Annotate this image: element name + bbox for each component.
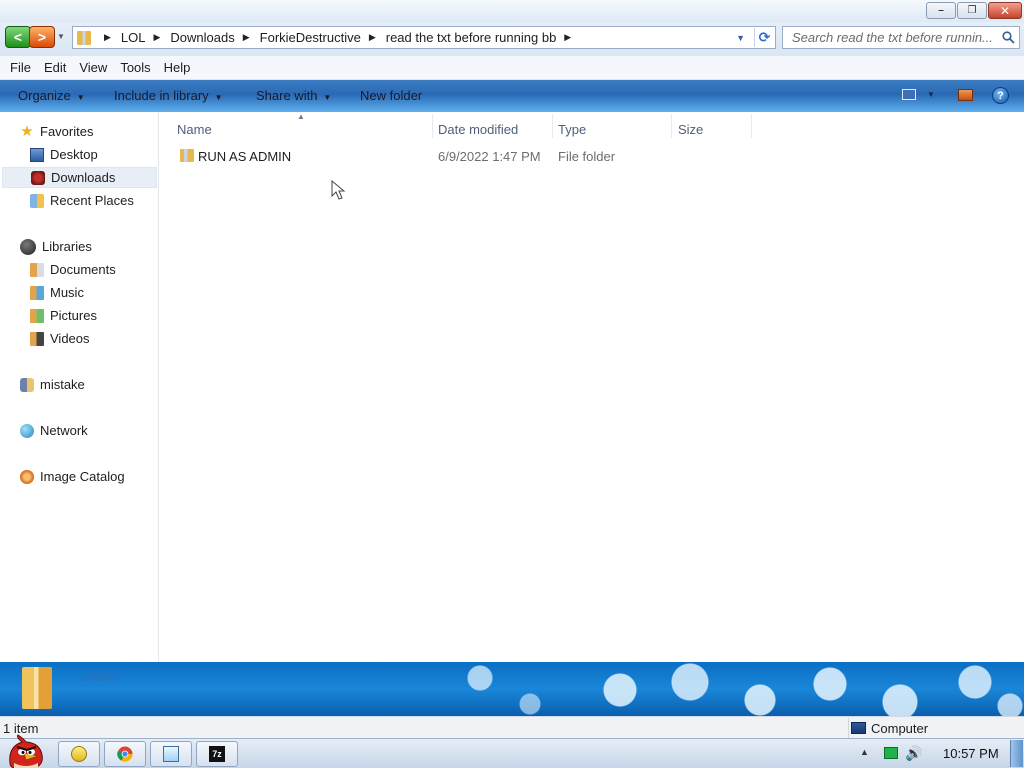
clock[interactable]: 10:57 PM xyxy=(943,746,999,761)
nav-recent-places[interactable]: Recent Places xyxy=(30,190,134,211)
close-button[interactable]: ✕ xyxy=(988,2,1022,19)
breadcrumb-root-arrow[interactable]: ▶ xyxy=(96,32,121,43)
column-divider[interactable] xyxy=(671,114,672,138)
taskbar-chrome-button[interactable] xyxy=(104,741,146,767)
nav-downloads[interactable]: Downloads xyxy=(2,167,157,188)
file-type: File folder xyxy=(558,149,616,164)
organize-button[interactable]: Organize ▼ xyxy=(18,88,85,103)
music-icon xyxy=(30,285,44,300)
chevron-down-icon[interactable]: ▼ xyxy=(927,90,935,99)
column-header-name[interactable]: Name xyxy=(177,118,212,140)
column-header-size[interactable]: Size xyxy=(678,118,703,140)
mouse-cursor-icon xyxy=(331,180,346,200)
back-button[interactable]: < xyxy=(5,26,31,48)
share-with-button[interactable]: Share with ▼ xyxy=(256,88,331,103)
downloads-icon xyxy=(31,170,45,185)
menu-bar: File Edit View Tools Help xyxy=(0,56,1024,80)
taskbar-7zip-button[interactable]: 7z xyxy=(196,741,238,767)
taskbar-notepad-button[interactable] xyxy=(150,741,192,767)
refresh-icon[interactable]: ⟳ xyxy=(754,28,774,47)
change-view-icon[interactable] xyxy=(902,89,916,100)
nav-pictures[interactable]: Pictures xyxy=(30,305,97,326)
sort-ascending-icon: ▲ xyxy=(297,112,305,121)
minimize-button[interactable]: – xyxy=(926,2,956,19)
menu-help[interactable]: Help xyxy=(164,60,191,75)
search-placeholder: Search read the txt before runnin... xyxy=(792,30,993,45)
status-zone: Computer xyxy=(848,718,928,738)
videos-icon xyxy=(30,331,44,346)
show-desktop-button[interactable] xyxy=(1010,740,1023,767)
search-icon[interactable] xyxy=(1002,31,1015,44)
nav-libraries[interactable]: Libraries xyxy=(20,236,92,257)
file-name[interactable]: RUN AS ADMIN xyxy=(198,149,291,164)
breadcrumb[interactable]: read the txt before running bb ▶ xyxy=(386,30,581,45)
computer-icon xyxy=(851,722,866,734)
address-row: < > ▼ ▶ LOL ▶ Downloads ▶ ForkieDestructiv… xyxy=(0,22,1024,56)
libraries-icon xyxy=(20,238,36,255)
7zip-icon: 7z xyxy=(209,746,225,762)
user-folder-icon xyxy=(20,377,34,392)
taskbar-explorer-button[interactable] xyxy=(58,741,100,767)
nav-music[interactable]: Music xyxy=(30,282,84,303)
menu-edit[interactable]: Edit xyxy=(44,60,66,75)
details-pane: 1 item xyxy=(0,662,1024,716)
folder-icon xyxy=(77,30,91,45)
nav-favorites[interactable]: ★ Favorites xyxy=(20,121,93,142)
address-bar[interactable]: ▶ LOL ▶ Downloads ▶ ForkieDestructive ▶ rea… xyxy=(72,26,776,49)
recent-pages-dropdown[interactable]: ▼ xyxy=(57,32,65,41)
volume-icon[interactable]: 🔊 xyxy=(905,745,922,762)
restore-button[interactable]: ❐ xyxy=(957,2,987,19)
desktop-icon xyxy=(30,147,44,162)
nav-image-catalog[interactable]: Image Catalog xyxy=(20,466,125,487)
network-status-icon[interactable] xyxy=(884,747,898,759)
taskbar: 7z ▲ 🔊 10:57 PM xyxy=(0,734,1024,768)
documents-icon xyxy=(30,262,44,277)
chevron-down-icon[interactable]: ▼ xyxy=(736,33,745,43)
column-header-type[interactable]: Type xyxy=(558,118,586,140)
command-bar: Organize ▼ Include in library ▼ Share with… xyxy=(0,80,1024,112)
breadcrumb[interactable]: ForkieDestructive ▶ xyxy=(260,30,386,45)
nav-user-mistake[interactable]: mistake xyxy=(20,374,85,395)
file-date-modified: 6/9/2022 1:47 PM xyxy=(438,149,541,164)
column-divider[interactable] xyxy=(432,114,433,138)
breadcrumb[interactable]: LOL ▶ xyxy=(121,30,171,45)
breadcrumb[interactable]: Downloads ▶ xyxy=(170,30,259,45)
search-input[interactable]: Search read the txt before runnin... xyxy=(782,26,1020,49)
include-in-library-button[interactable]: Include in library ▼ xyxy=(114,88,223,103)
start-button-angry-bird-icon[interactable] xyxy=(2,733,50,768)
chrome-icon xyxy=(117,746,133,762)
nav-videos[interactable]: Videos xyxy=(30,328,90,349)
preview-pane-icon[interactable] xyxy=(958,89,973,101)
new-folder-button[interactable]: New folder xyxy=(360,88,422,103)
forward-button[interactable]: > xyxy=(29,26,55,48)
notepad-icon xyxy=(163,746,179,762)
file-list: ▲ Name Date modified Type Size RUN AS AD… xyxy=(160,112,1024,662)
network-icon xyxy=(20,423,34,438)
explorer-folder-icon xyxy=(71,746,87,762)
star-icon: ★ xyxy=(20,122,34,140)
column-header-date-modified[interactable]: Date modified xyxy=(438,118,518,140)
nav-network[interactable]: Network xyxy=(20,420,88,441)
image-catalog-icon xyxy=(20,469,34,484)
details-item-count: 1 item xyxy=(80,669,116,684)
column-divider[interactable] xyxy=(552,114,553,138)
nav-documents[interactable]: Documents xyxy=(30,259,116,280)
column-divider[interactable] xyxy=(751,114,752,138)
pictures-icon xyxy=(30,308,44,323)
folder-icon xyxy=(22,667,52,709)
recent-places-icon xyxy=(30,193,44,208)
folder-icon[interactable] xyxy=(180,149,194,162)
title-bar: – ❐ ✕ xyxy=(0,0,1024,22)
tray-show-hidden-icon[interactable]: ▲ xyxy=(860,747,869,757)
status-bar: 1 item Computer xyxy=(0,716,1024,738)
help-icon[interactable]: ? xyxy=(992,87,1009,104)
menu-tools[interactable]: Tools xyxy=(120,60,150,75)
nav-desktop[interactable]: Desktop xyxy=(30,144,98,165)
navigation-pane: ★ Favorites Desktop Downloads Recent Pla… xyxy=(0,112,159,662)
menu-view[interactable]: View xyxy=(79,60,107,75)
menu-file[interactable]: File xyxy=(10,60,31,75)
